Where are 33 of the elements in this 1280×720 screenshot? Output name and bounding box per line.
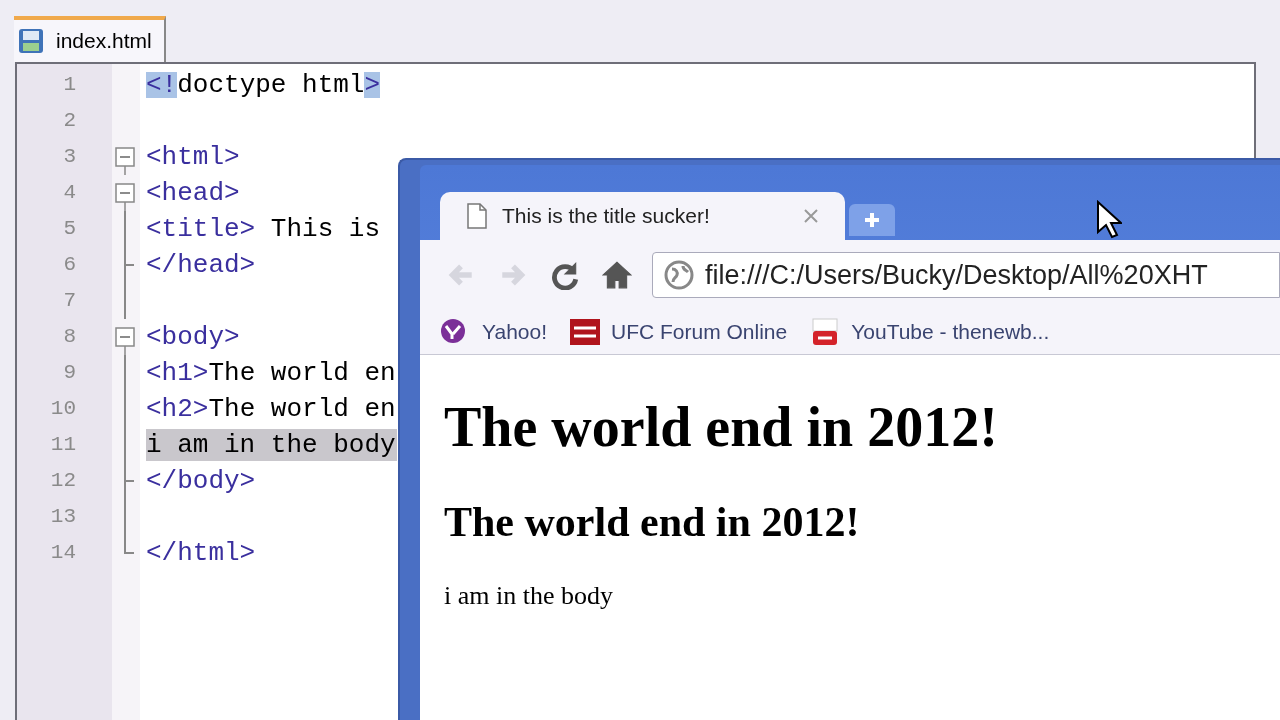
tab-title: This is the title sucker! (502, 203, 710, 230)
page-paragraph: i am in the body (444, 583, 614, 609)
url-text: file:///C:/Users/Bucky/Desktop/All%20XHT (705, 258, 1208, 292)
page-icon (466, 203, 488, 229)
reload-icon[interactable] (550, 260, 580, 290)
file-tab[interactable]: index.html (14, 15, 166, 62)
browser-tab[interactable]: This is the title sucker! (440, 192, 845, 240)
plus-icon (863, 211, 881, 229)
cursor-icon (1096, 200, 1122, 240)
address-bar[interactable]: file:///C:/Users/Bucky/Desktop/All%20XHT (652, 252, 1280, 298)
globe-icon (663, 259, 695, 291)
line-number: 10 (49, 396, 77, 423)
line-number: 9 (62, 360, 77, 387)
line-number: 1 (62, 72, 77, 99)
line-number: 12 (49, 468, 77, 495)
line-number: 5 (62, 216, 77, 243)
line-number: 7 (62, 288, 77, 315)
line-number: 11 (49, 432, 77, 459)
home-icon[interactable] (602, 260, 632, 290)
bookmark[interactable]: YouTube - thenewb... (809, 316, 1050, 348)
close-icon[interactable] (803, 208, 819, 224)
page-heading: The world end in 2012! (444, 399, 999, 455)
bookmark[interactable]: UFC Forum Online (569, 316, 788, 348)
line-number: 8 (62, 324, 77, 351)
line-number: 4 (62, 180, 77, 207)
line-number: 6 (62, 252, 77, 279)
page-subheading: The world end in 2012! (444, 501, 861, 543)
line-number: 14 (49, 540, 77, 567)
ufc-icon (569, 318, 601, 346)
line-number: 2 (62, 108, 77, 135)
bookmark[interactable]: Yahoo! (440, 316, 547, 348)
line-number: 3 (62, 144, 77, 171)
line-number: 13 (49, 504, 77, 531)
